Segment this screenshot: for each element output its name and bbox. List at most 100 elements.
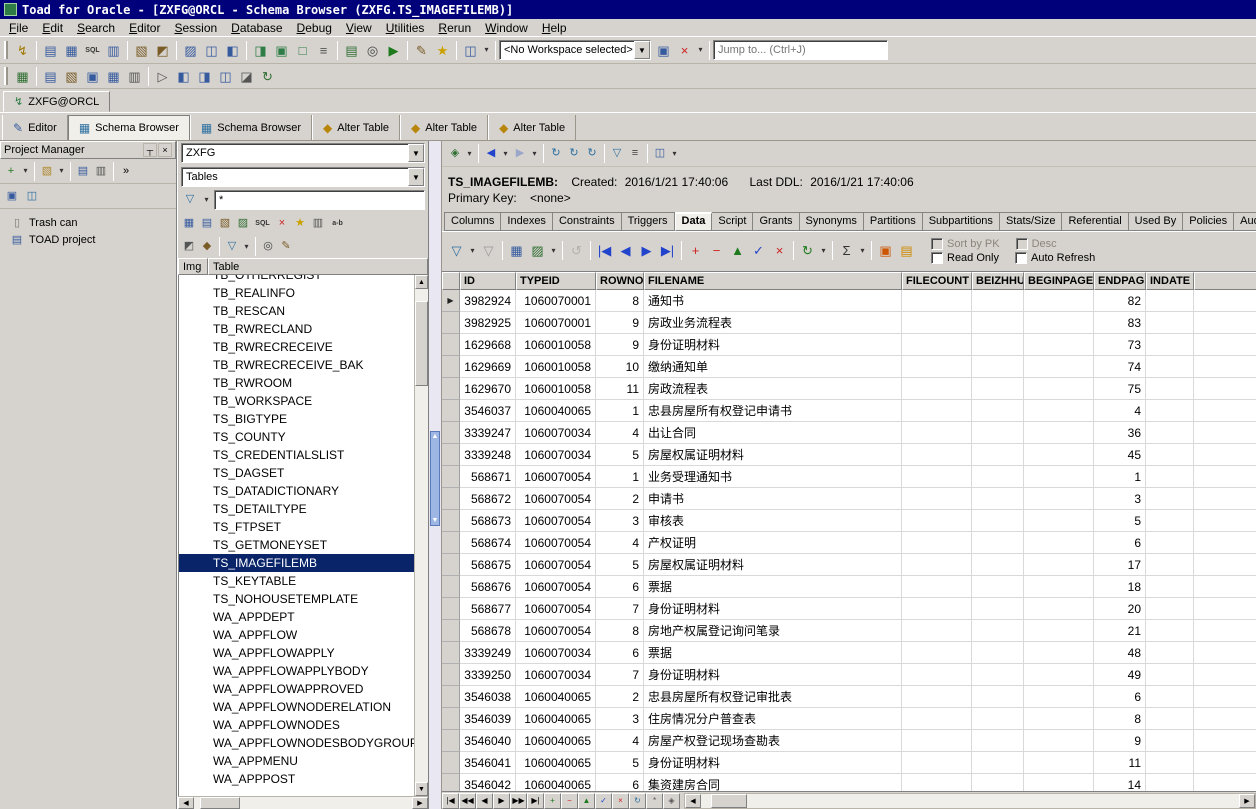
grid-cell[interactable] <box>972 752 1024 774</box>
grid-row[interactable]: 1629670106001005811房政流程表75 <box>442 378 1256 400</box>
object-tab-stats-size[interactable]: Stats/Size <box>1000 212 1063 231</box>
grid-cell[interactable] <box>1146 554 1194 576</box>
grid-cell[interactable] <box>902 532 972 554</box>
open-folder-icon[interactable]: ▷ <box>152 66 173 87</box>
grid-cell[interactable]: 1060070001 <box>516 290 596 312</box>
table-list-item[interactable]: TB_RESCAN <box>179 302 414 320</box>
grid-cell[interactable]: 6 <box>596 774 644 791</box>
scrollbar-track[interactable] <box>240 797 412 809</box>
grid-column-header-rowno[interactable]: ROWNO <box>596 272 644 290</box>
grid-cell[interactable]: 1060070054 <box>516 554 596 576</box>
grid-cell[interactable]: 5 <box>596 554 644 576</box>
grid-cell[interactable]: 5 <box>596 444 644 466</box>
grid-cell[interactable]: 8 <box>596 290 644 312</box>
menu-database[interactable]: Database <box>224 20 289 36</box>
edit-record-icon[interactable]: ▲ <box>727 240 748 261</box>
grid-cell[interactable]: 568674 <box>460 532 516 554</box>
schema-select[interactable]: ZXFG ▼ <box>181 143 425 163</box>
scroll-up-icon[interactable]: ▲ <box>415 275 428 289</box>
grid-cell[interactable] <box>1146 620 1194 642</box>
rebuild-table-icon[interactable]: ◩ <box>180 238 198 256</box>
grid-cell[interactable]: 1060040065 <box>516 400 596 422</box>
rename-file-icon[interactable]: ◫ <box>215 66 236 87</box>
back-dropdown-icon[interactable]: ▾ <box>500 143 511 164</box>
grid-cell[interactable] <box>972 532 1024 554</box>
grid-cell[interactable] <box>902 378 972 400</box>
grid-cell[interactable]: 1060040065 <box>516 752 596 774</box>
chevron-down-icon[interactable]: ▾ <box>201 189 212 210</box>
grid-cell[interactable] <box>1146 400 1194 422</box>
grid-cell[interactable] <box>1024 576 1094 598</box>
grid-cell[interactable] <box>1024 730 1094 752</box>
grid-cell[interactable] <box>1024 642 1094 664</box>
table-list-item[interactable]: TS_DAGSET <box>179 464 414 482</box>
more-buttons-icon[interactable]: » <box>117 162 135 180</box>
object-actions-icon[interactable]: ◈ <box>446 145 464 163</box>
export-dataset-icon[interactable]: ▨ <box>527 240 548 261</box>
scroll-right-icon[interactable]: ▶ <box>412 797 428 809</box>
object-tab-auditing[interactable]: Auditing <box>1234 212 1256 231</box>
grid-cell[interactable]: 568672 <box>460 488 516 510</box>
grid-cell[interactable] <box>972 598 1024 620</box>
window-tab-editor[interactable]: ✎Editor <box>2 115 68 140</box>
grid-cell[interactable] <box>972 444 1024 466</box>
grid-cell[interactable]: 5 <box>1094 510 1146 532</box>
chevron-down-icon[interactable]: ▼ <box>408 144 424 162</box>
filter-data-dropdown-icon[interactable]: ▾ <box>467 240 478 261</box>
grid-cell[interactable]: 6 <box>596 642 644 664</box>
table-list-item[interactable]: TS_BIGTYPE <box>179 410 414 428</box>
grid-cell[interactable] <box>902 334 972 356</box>
object-actions-dropdown-icon[interactable]: ▾ <box>464 143 475 164</box>
grid-cell[interactable]: 7 <box>596 664 644 686</box>
grid-cell[interactable]: 1060040065 <box>516 708 596 730</box>
grid-cell[interactable]: 3546037 <box>460 400 516 422</box>
jump-to-input[interactable] <box>713 40 888 60</box>
prior-page-icon[interactable]: ◀◀ <box>459 793 476 809</box>
grid-cell[interactable]: 房屋产权登记现场查勘表 <box>644 730 902 752</box>
grid-column-header-filename[interactable]: FILENAME <box>644 272 902 290</box>
project-view-icon[interactable]: ▣ <box>3 187 21 205</box>
object-filter-input[interactable] <box>214 190 425 210</box>
grid-cell[interactable]: 4 <box>596 730 644 752</box>
object-tab-synonyms[interactable]: Synonyms <box>800 212 864 231</box>
grid-cell[interactable]: 9 <box>596 334 644 356</box>
first-record-icon[interactable]: |◀ <box>442 793 459 809</box>
menu-help[interactable]: Help <box>535 20 574 36</box>
grid-row[interactable]: 56867810600700548房地产权属登记询问笔录21 <box>442 620 1256 642</box>
grid-cell[interactable]: 74 <box>1094 356 1146 378</box>
grid-row[interactable]: 56867510600700545房屋权属证明材料17 <box>442 554 1256 576</box>
save-workspace-icon[interactable]: ▣ <box>653 40 674 61</box>
grid-row[interactable]: 354603710600400651忠县房屋所有权登记申请书4 <box>442 400 1256 422</box>
next-record-icon[interactable]: ▶ <box>636 240 657 261</box>
grid-cell[interactable]: 房地产权属登记询问笔录 <box>644 620 902 642</box>
grid-row[interactable]: 56867410600700544产权证明6 <box>442 532 1256 554</box>
grid-cell[interactable]: 3 <box>596 510 644 532</box>
paste-file-icon[interactable]: ◨ <box>194 66 215 87</box>
toad-options-icon[interactable]: ✎ <box>411 40 432 61</box>
grid-cell[interactable] <box>1146 488 1194 510</box>
add-dropdown-icon[interactable]: ▾ <box>20 161 31 182</box>
menu-window[interactable]: Window <box>478 20 535 36</box>
grid-cell[interactable] <box>902 290 972 312</box>
grid-cell[interactable]: 10 <box>596 356 644 378</box>
grid-cell[interactable]: 1060070054 <box>516 510 596 532</box>
grid-row[interactable]: ▶398292410600700018通知书82 <box>442 290 1256 312</box>
grid-cell[interactable]: 房政流程表 <box>644 378 902 400</box>
grid-cell[interactable]: 1060040065 <box>516 686 596 708</box>
grid-cell[interactable] <box>1024 532 1094 554</box>
grid-cell[interactable]: 3546040 <box>460 730 516 752</box>
grid-cell[interactable] <box>1146 356 1194 378</box>
grid-cell[interactable] <box>1146 378 1194 400</box>
grid-cell[interactable]: 1060040065 <box>516 730 596 752</box>
table-list-item[interactable]: WA_APPDEPT <box>179 608 414 626</box>
grid-cell[interactable]: 集资建房合同 <box>644 774 902 791</box>
menu-utilities[interactable]: Utilities <box>379 20 432 36</box>
toolbar-gripper[interactable] <box>4 67 8 85</box>
grid-cell[interactable] <box>1146 334 1194 356</box>
grid-cell[interactable]: 48 <box>1094 642 1146 664</box>
grid-options-icon[interactable]: ▦ <box>506 240 527 261</box>
grid-cell[interactable] <box>1024 466 1094 488</box>
grid-cell[interactable]: 1060070054 <box>516 466 596 488</box>
menu-debug[interactable]: Debug <box>290 20 339 36</box>
scrollbar-thumb[interactable] <box>711 794 747 808</box>
